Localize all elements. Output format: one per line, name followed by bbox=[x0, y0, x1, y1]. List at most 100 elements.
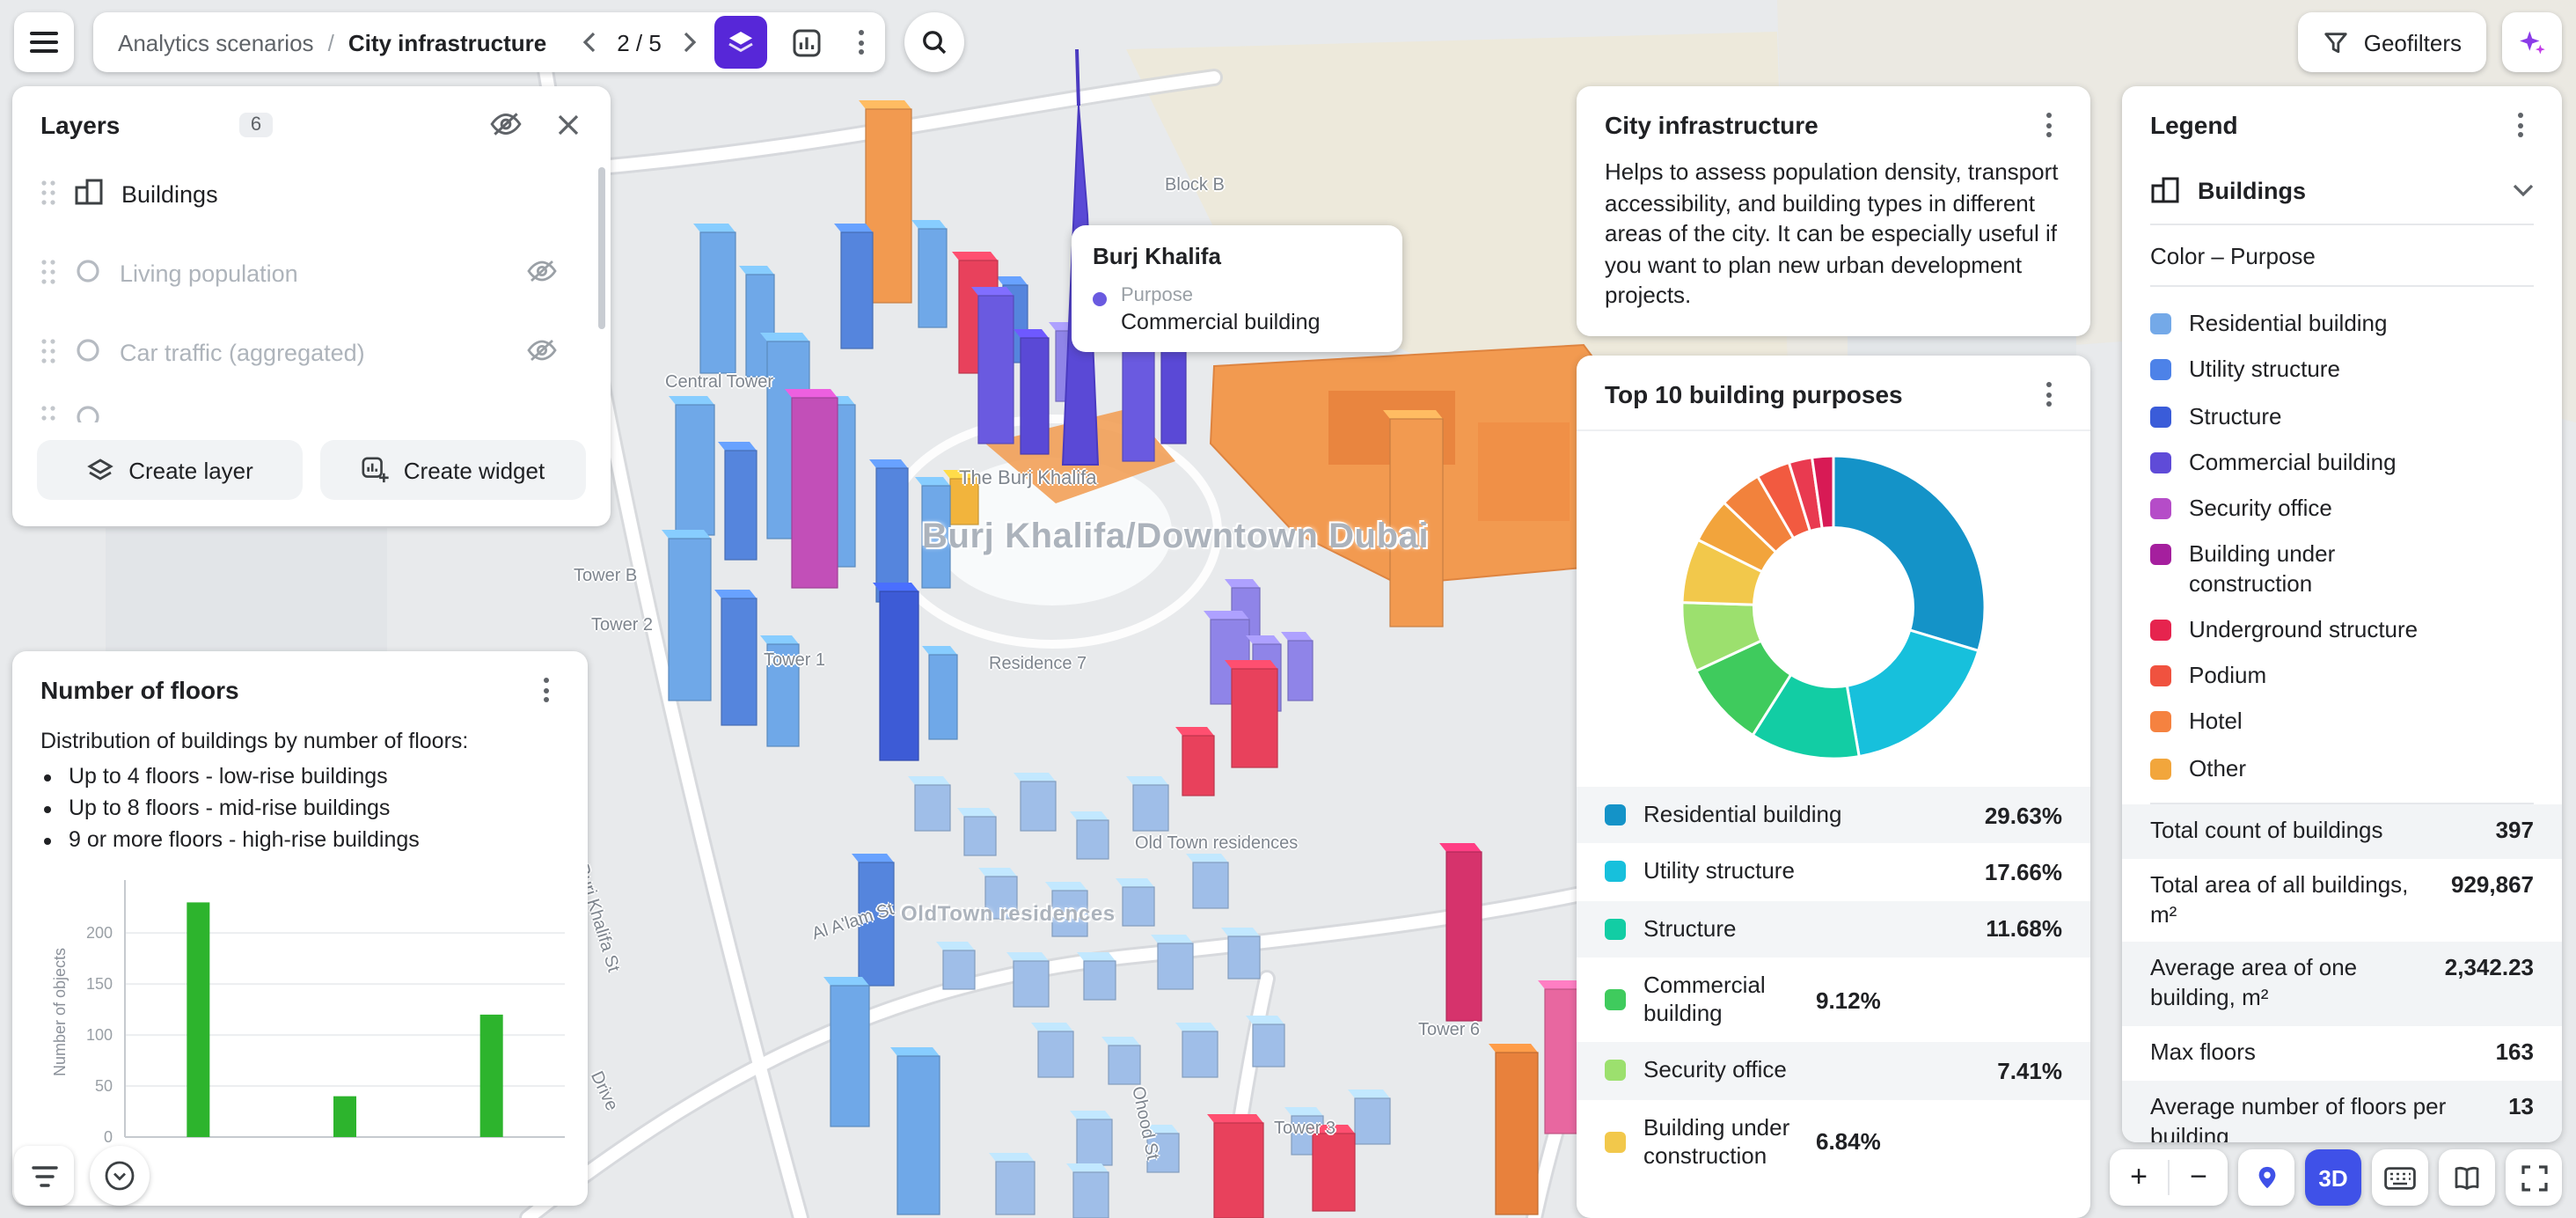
legend-stat-row: Total area of all buildings, m²929,867 bbox=[2122, 858, 2562, 943]
collapse-panels-button[interactable] bbox=[90, 1146, 150, 1206]
legend-layer-label: Buildings bbox=[2198, 177, 2495, 203]
layer-row[interactable]: Living population bbox=[12, 234, 611, 313]
legend-swatch bbox=[2150, 712, 2171, 733]
stat-label: Max floors bbox=[2150, 1038, 2482, 1068]
next-page-button[interactable] bbox=[679, 28, 700, 56]
purpose-row[interactable]: Structure 11.68% bbox=[1577, 900, 2090, 958]
layer-label: Buildings bbox=[121, 181, 582, 208]
eye-off-icon[interactable] bbox=[526, 338, 558, 368]
widgets-toggle-button[interactable] bbox=[781, 16, 834, 69]
legend-panel-menu-button[interactable] bbox=[2507, 107, 2534, 143]
purpose-row[interactable]: Building under construction 6.84% bbox=[1577, 1099, 2090, 1185]
zoom-in-button[interactable]: + bbox=[2110, 1149, 2168, 1206]
geofilters-button[interactable]: Geofilters bbox=[2299, 12, 2486, 72]
purpose-percent: 6.84% bbox=[1816, 1129, 1881, 1156]
filters-button[interactable] bbox=[14, 1146, 74, 1206]
sparkles-icon bbox=[2516, 26, 2548, 58]
ai-assistant-button[interactable] bbox=[2502, 12, 2562, 72]
legend-item-label: Structure bbox=[2189, 402, 2456, 431]
breadcrumb-bar: Analytics scenarios / City infrastructur… bbox=[93, 12, 885, 72]
legend-swatch bbox=[2150, 498, 2171, 519]
layers-toggle-button[interactable] bbox=[714, 16, 767, 69]
legend-item-label: Utility structure bbox=[2189, 356, 2456, 385]
infra-panel-menu-button[interactable] bbox=[2036, 107, 2062, 143]
legend-swatch bbox=[2150, 665, 2171, 686]
layers-panel-title: Layers bbox=[40, 110, 226, 138]
layer-type-icon bbox=[74, 257, 102, 290]
donut-hole bbox=[1753, 526, 1914, 688]
keyboard-shortcuts-button[interactable] bbox=[2372, 1149, 2428, 1206]
map-building bbox=[785, 389, 838, 588]
breadcrumb-separator: / bbox=[328, 29, 334, 55]
purpose-label: Utility structure bbox=[1643, 858, 1967, 887]
legend-item-label: Underground structure bbox=[2189, 616, 2456, 645]
layer-label: Car traffic (aggregated) bbox=[120, 340, 509, 366]
layers-list: Buildings Living population Car traffic (a… bbox=[12, 155, 611, 422]
tooltip-field-label: Purpose bbox=[1121, 285, 1321, 306]
breadcrumb-current: City infrastructure bbox=[348, 29, 546, 55]
drag-handle-icon[interactable] bbox=[40, 258, 56, 290]
floors-bullet-list: Up to 4 floors - low-rise buildingsUp to… bbox=[40, 760, 560, 856]
bar[interactable] bbox=[333, 1097, 356, 1137]
basemap-button[interactable] bbox=[2439, 1149, 2495, 1206]
floors-panel-menu-button[interactable] bbox=[533, 672, 560, 708]
drag-handle-icon[interactable] bbox=[40, 179, 56, 210]
legend-item: Podium bbox=[2150, 653, 2534, 700]
stat-label: Average number of floors per building bbox=[2150, 1093, 2494, 1142]
create-layer-icon bbox=[86, 457, 114, 483]
map-feature-tooltip: Burj Khalifa Purpose Commercial building bbox=[1072, 225, 1402, 352]
locate-button[interactable] bbox=[2238, 1149, 2294, 1206]
eye-off-icon[interactable] bbox=[526, 259, 558, 289]
tooltip-field-value: Commercial building bbox=[1121, 310, 1321, 334]
purpose-row[interactable]: Residential building29.63% bbox=[1577, 787, 2090, 844]
hide-all-layers-button[interactable] bbox=[486, 107, 526, 141]
page-indicator: 2 / 5 bbox=[617, 29, 662, 55]
purpose-row[interactable]: Security office7.41% bbox=[1577, 1043, 2090, 1100]
mode-3d-button[interactable]: 3D bbox=[2305, 1149, 2361, 1206]
bar[interactable] bbox=[480, 1016, 503, 1138]
purpose-row[interactable]: Commercial building9.12% bbox=[1577, 958, 2090, 1043]
purposes-panel-menu-button[interactable] bbox=[2036, 377, 2062, 412]
map-building bbox=[1306, 1125, 1355, 1211]
layer-row[interactable]: Car traffic (aggregated) bbox=[12, 313, 611, 393]
create-layer-button[interactable]: Create layer bbox=[37, 440, 303, 500]
drag-handle-icon[interactable] bbox=[40, 337, 56, 369]
legend-item-label: Building under construction bbox=[2189, 541, 2456, 598]
purpose-swatch bbox=[1605, 918, 1626, 939]
bottom-left-controls bbox=[14, 1146, 150, 1206]
legend-items: Residential buildingUtility structureStr… bbox=[2150, 287, 2534, 803]
legend-item: Other bbox=[2150, 745, 2534, 792]
bar[interactable] bbox=[187, 903, 209, 1138]
purpose-label: Structure bbox=[1643, 914, 1968, 943]
zoom-out-button[interactable]: − bbox=[2170, 1149, 2228, 1206]
purpose-row[interactable]: Utility structure17.66% bbox=[1577, 844, 2090, 901]
layer-row[interactable]: Buildings bbox=[12, 155, 611, 234]
legend-swatch bbox=[2150, 545, 2171, 566]
legend-layer-selector[interactable]: Buildings bbox=[2150, 157, 2534, 225]
create-widget-icon bbox=[362, 456, 390, 484]
legend-swatch bbox=[2150, 406, 2171, 427]
legend-panel-title: Legend bbox=[2150, 111, 2493, 139]
legend-item: Structure bbox=[2150, 393, 2534, 440]
stat-label: Total count of buildings bbox=[2150, 817, 2482, 847]
legend-swatch bbox=[2150, 758, 2171, 779]
map-building bbox=[1489, 1044, 1538, 1214]
legend-attribute-label: Color – Purpose bbox=[2150, 225, 2534, 287]
layer-row-clipped bbox=[12, 393, 611, 422]
fullscreen-button[interactable] bbox=[2506, 1149, 2562, 1206]
map-building bbox=[823, 977, 869, 1126]
main-menu-button[interactable] bbox=[14, 12, 74, 72]
map-building bbox=[890, 1047, 940, 1214]
building-purposes-panel: Top 10 building purposes Residential bui… bbox=[1577, 356, 2090, 1218]
close-layers-panel-button[interactable] bbox=[554, 110, 582, 138]
layers-scrollbar[interactable] bbox=[598, 167, 605, 329]
create-widget-button[interactable]: Create widget bbox=[320, 440, 586, 500]
prev-page-button[interactable] bbox=[578, 28, 599, 56]
purpose-label: Building under construction bbox=[1643, 1113, 1798, 1170]
geofilters-label: Geofilters bbox=[2364, 29, 2462, 55]
scenario-menu-button[interactable] bbox=[848, 25, 875, 60]
search-button[interactable] bbox=[904, 12, 964, 72]
breadcrumb-parent[interactable]: Analytics scenarios bbox=[118, 29, 314, 55]
purposes-donut-chart bbox=[1577, 438, 2090, 776]
purpose-percent: 11.68% bbox=[1986, 915, 2062, 942]
